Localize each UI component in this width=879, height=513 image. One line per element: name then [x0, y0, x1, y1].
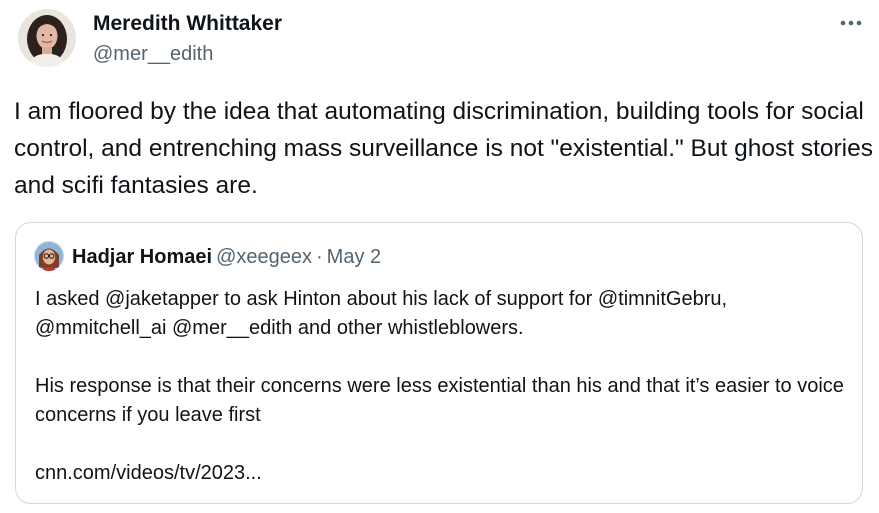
quoted-display-name[interactable]: Hadjar Homaei: [72, 246, 212, 268]
quoted-header: Hadjar Homaei @xeegeex · May 2: [72, 244, 381, 270]
quoted-paragraph-1: I asked @jaketapper to ask Hinton about …: [35, 288, 728, 339]
avatar-photo-icon: [18, 9, 76, 67]
tweet-text: I am floored by the idea that automating…: [14, 98, 873, 199]
header-separator: ·: [315, 246, 323, 268]
quoted-link[interactable]: cnn.com/videos/tv/2023...: [35, 459, 850, 488]
avatar-illustration-icon: [34, 241, 64, 271]
quoted-tweet[interactable]: Hadjar Homaei @xeegeex · May 2 I asked @jak…: [15, 222, 863, 504]
more-options-icon[interactable]: [836, 8, 866, 38]
quoted-date[interactable]: May 2: [327, 246, 381, 268]
author-display-name[interactable]: Meredith Whittaker: [93, 11, 282, 37]
quoted-paragraph-2: His response is that their concerns were…: [35, 375, 844, 426]
quoted-text: I asked @jaketapper to ask Hinton about …: [35, 285, 850, 488]
quoted-handle[interactable]: @xeegeex: [216, 246, 312, 268]
tweet-card: Meredith Whittaker @mer__edith I am floo…: [0, 0, 879, 513]
author-handle[interactable]: @mer__edith: [93, 41, 213, 67]
author-avatar[interactable]: [18, 9, 76, 67]
quoted-author-avatar[interactable]: [34, 241, 64, 271]
